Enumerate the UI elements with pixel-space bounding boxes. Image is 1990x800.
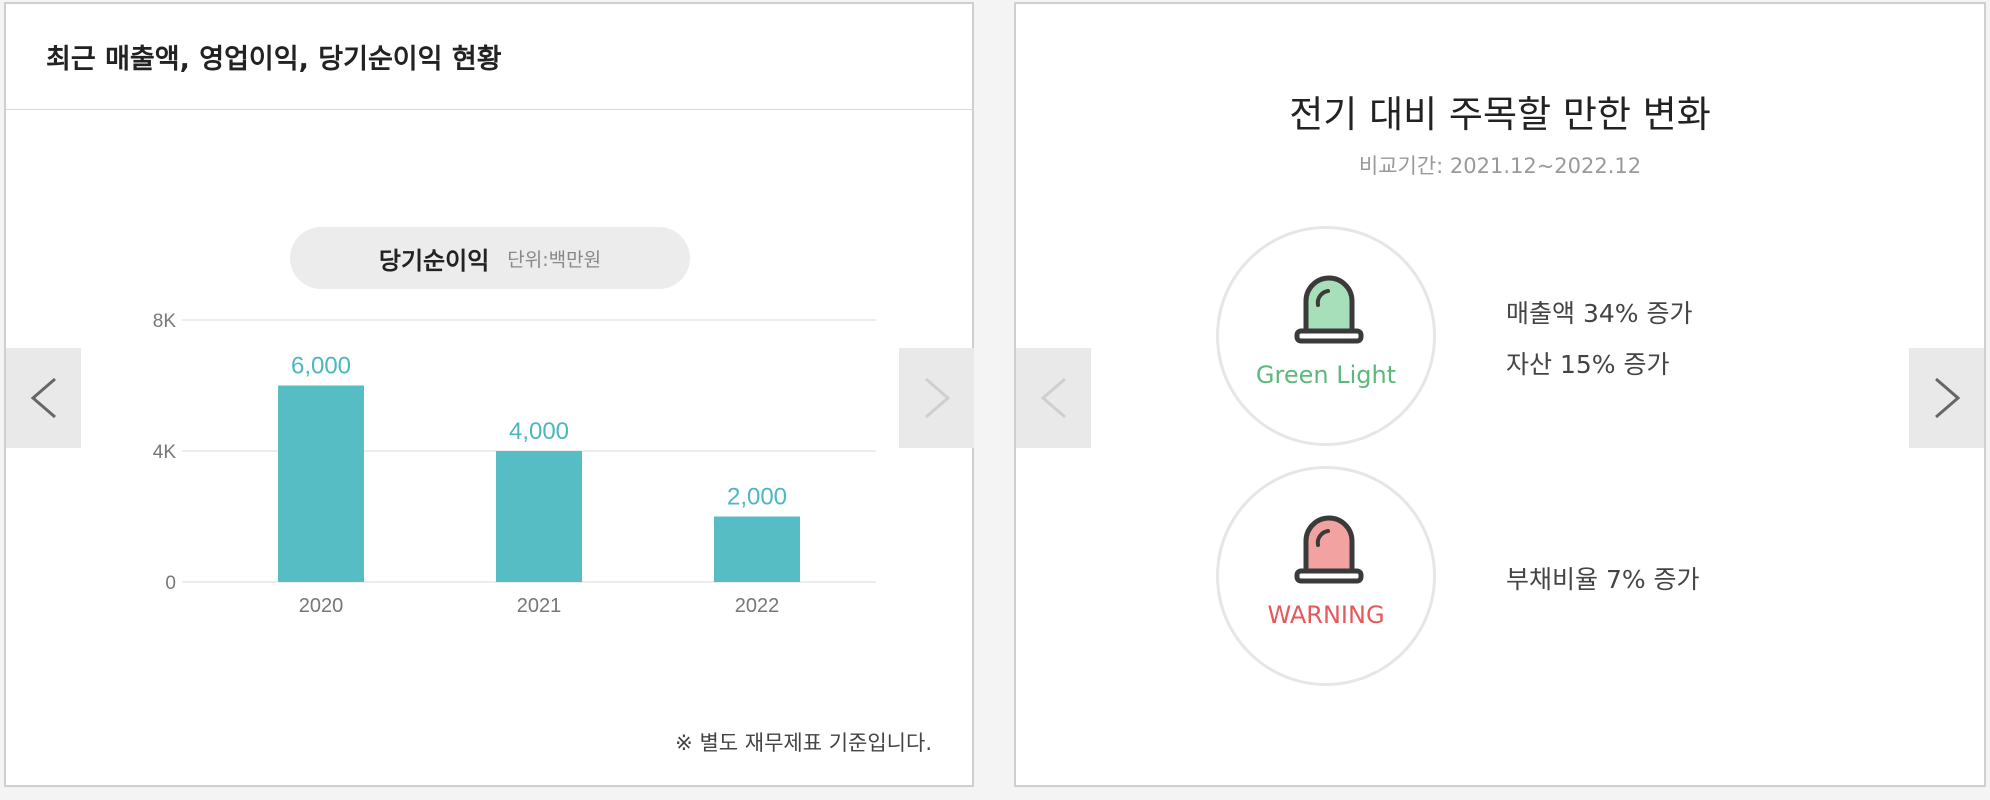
next-button[interactable]	[1909, 348, 1984, 448]
chevron-right-icon	[1934, 377, 1960, 419]
x-tick-label: 2021	[517, 595, 562, 617]
change-item: 부채비율 7% 증가	[1506, 565, 1700, 594]
footnote: ※ 별도 재무제표 기준입니다.	[675, 731, 932, 755]
chart-unit: 단위:백만원	[507, 248, 602, 271]
recent-financials-panel: 최근 매출액, 영업이익, 당기순이익 현황 당기순이익 단위:백만원 0 4K 8…	[4, 2, 974, 787]
comparison-period: 비교기간: 2021.12~2022.12	[1358, 154, 1642, 178]
y-tick-label: 4K	[153, 442, 177, 463]
panel-title: 전기 대비 주목할 만한 변화	[1289, 93, 1711, 136]
chevron-left-icon	[1040, 377, 1066, 419]
signal-label: WARNING	[1267, 601, 1385, 629]
chart-title: 당기순이익	[378, 246, 490, 275]
green-siren-icon	[1294, 275, 1364, 344]
bar	[278, 385, 364, 582]
chart-title-pill: 당기순이익 단위:백만원	[290, 227, 690, 289]
y-tick-label: 0	[165, 573, 176, 594]
red-siren-icon	[1294, 515, 1364, 584]
x-tick-label: 2022	[735, 595, 780, 617]
signal-label: Green Light	[1255, 361, 1397, 389]
x-tick-label: 2020	[299, 595, 344, 617]
y-tick-label: 8K	[153, 311, 177, 332]
bar	[714, 516, 800, 582]
panel-header: 최근 매출액, 영업이익, 당기순이익 현황	[6, 4, 972, 110]
bar	[496, 451, 582, 582]
panel-title: 최근 매출액, 영업이익, 당기순이익 현황	[46, 44, 502, 75]
bar-value-label: 2,000	[727, 484, 787, 511]
green-light-signal: Green Light	[1216, 226, 1436, 446]
bar-value-label: 4,000	[509, 418, 569, 445]
change-item: 자산 15% 증가	[1506, 350, 1670, 379]
notable-changes-panel: 전기 대비 주목할 만한 변화 비교기간: 2021.12~2022.12 Gr…	[1014, 2, 1986, 787]
change-item: 매출액 34% 증가	[1506, 299, 1693, 328]
net-income-bar-chart: 0 4K 8K 6,000 2020 4,000 2021 2,000 2022	[153, 311, 876, 617]
warning-signal: WARNING	[1216, 466, 1436, 686]
bar-value-label: 6,000	[291, 353, 351, 380]
prev-button[interactable]	[1016, 348, 1091, 448]
